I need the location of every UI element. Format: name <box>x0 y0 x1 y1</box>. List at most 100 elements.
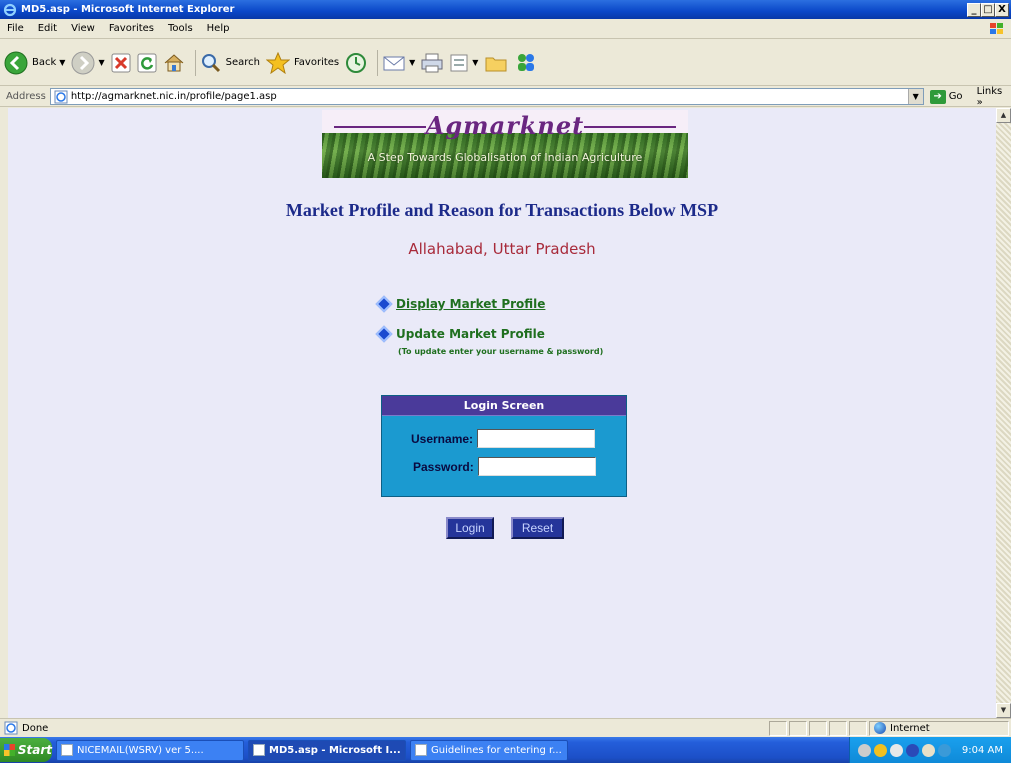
menu-tools[interactable]: Tools <box>161 23 200 34</box>
menu-edit[interactable]: Edit <box>31 23 64 34</box>
status-pane <box>789 720 807 736</box>
start-button[interactable]: Start <box>0 738 52 762</box>
taskbar-item-label: MD5.asp - Microsoft I... <box>269 744 401 756</box>
links-button[interactable]: Links » <box>977 86 1011 108</box>
vertical-scrollbar[interactable]: ▲ ▼ <box>996 108 1011 718</box>
go-button[interactable]: ➔ Go <box>929 89 963 104</box>
stop-icon <box>111 53 131 72</box>
diamond-bullet-icon <box>375 325 393 343</box>
menu-bar: File Edit View Favorites Tools Help <box>0 19 1011 39</box>
status-panes: Internet <box>769 720 1011 736</box>
back-arrow-icon <box>4 51 28 74</box>
scroll-down-icon[interactable]: ▼ <box>996 703 1011 718</box>
zone-label: Internet <box>890 722 930 734</box>
security-zone[interactable]: Internet <box>869 720 1009 736</box>
history-button[interactable] <box>345 48 367 78</box>
window-controls: _ □ X <box>967 2 1009 17</box>
maximize-button[interactable]: □ <box>981 2 995 17</box>
internet-globe-icon <box>874 722 886 734</box>
forward-dropdown-icon[interactable]: ▼ <box>98 58 104 67</box>
password-row: Password: <box>413 457 596 476</box>
ie-icon <box>61 744 73 756</box>
back-dropdown-icon[interactable]: ▼ <box>59 58 65 67</box>
mail-button[interactable]: ▼ <box>382 48 415 78</box>
edit-icon <box>450 54 468 71</box>
menu-file[interactable]: File <box>0 23 31 34</box>
edit-button[interactable]: ▼ <box>449 48 478 78</box>
viewport-edge <box>0 108 8 718</box>
back-button[interactable]: Back ▼ <box>4 48 65 78</box>
banner-logo: Agmarknet <box>425 111 585 140</box>
taskbar-item-nicemail[interactable]: NICEMAIL(WSRV) ver 5.... <box>56 739 244 761</box>
connection-icon[interactable] <box>937 743 951 757</box>
menu-favorites[interactable]: Favorites <box>102 23 161 34</box>
display-market-profile-label: Display Market Profile <box>396 297 546 311</box>
status-bar: Done Internet <box>0 718 1011 737</box>
minimize-button[interactable]: _ <box>967 2 981 17</box>
taskbar-item-label: Guidelines for entering r... <box>431 744 562 756</box>
info-icon[interactable] <box>921 743 935 757</box>
home-button[interactable] <box>163 48 185 78</box>
page-icon <box>54 90 68 103</box>
network-icon[interactable] <box>857 743 871 757</box>
display-market-profile-link[interactable]: Display Market Profile <box>375 295 546 313</box>
address-input[interactable]: http://agmarknet.nic.in/profile/page1.as… <box>49 88 924 105</box>
password-input[interactable] <box>477 457 596 476</box>
update-instructions: (To update enter your username & passwor… <box>398 347 604 356</box>
page-title: Market Profile and Reason for Transactio… <box>285 200 719 220</box>
mail-icon <box>383 56 405 70</box>
word-document-icon <box>415 744 427 756</box>
username-row: Username: <box>411 429 596 448</box>
taskbar-item-md5[interactable]: MD5.asp - Microsoft I... <box>248 739 406 761</box>
toolbar-separator <box>377 49 379 76</box>
print-icon <box>421 53 443 72</box>
antivirus-icon[interactable] <box>905 743 919 757</box>
ie-icon <box>253 744 265 756</box>
forward-arrow-icon <box>71 51 95 74</box>
address-url: http://agmarknet.nic.in/profile/page1.as… <box>70 91 277 102</box>
volume-icon[interactable] <box>889 743 903 757</box>
print-button[interactable] <box>421 48 443 78</box>
toolbar: Back ▼ ▼ Search Favorites ▼ ▼ <box>0 40 1011 86</box>
status-pane <box>829 720 847 736</box>
messenger-button[interactable] <box>514 48 538 78</box>
menu-help[interactable]: Help <box>200 23 237 34</box>
favorites-button[interactable]: Favorites <box>265 48 340 78</box>
login-button[interactable]: Login <box>446 517 494 539</box>
windows-flag-icon <box>4 744 15 756</box>
forward-button[interactable]: ▼ <box>71 48 105 78</box>
stop-button[interactable] <box>111 48 131 78</box>
folder-button[interactable] <box>484 48 508 78</box>
update-market-profile-link[interactable]: Update Market Profile <box>375 325 545 343</box>
username-label: Username: <box>411 431 474 446</box>
ie-icon <box>3 3 17 16</box>
mail-dropdown-icon[interactable]: ▼ <box>409 58 415 67</box>
search-icon <box>201 53 220 72</box>
security-shield-icon[interactable] <box>873 743 887 757</box>
address-bar: Address http://agmarknet.nic.in/profile/… <box>0 86 1011 108</box>
messenger-icon <box>518 53 535 71</box>
back-label: Back <box>32 57 57 68</box>
page-content: Agmarknet A Step Towards Globalisation o… <box>8 108 996 718</box>
taskbar-item-guidelines[interactable]: Guidelines for entering r... <box>410 739 568 761</box>
search-button[interactable]: Search <box>200 48 260 78</box>
update-market-profile-label: Update Market Profile <box>396 327 545 341</box>
address-dropdown-icon[interactable]: ▼ <box>907 89 923 104</box>
scroll-up-icon[interactable]: ▲ <box>996 108 1011 123</box>
refresh-button[interactable] <box>137 48 157 78</box>
menu-view[interactable]: View <box>64 23 102 34</box>
favorites-label: Favorites <box>293 57 340 68</box>
password-label: Password: <box>413 459 474 474</box>
go-label: Go <box>948 91 963 102</box>
location-subtitle: Allahabad, Uttar Pradesh <box>408 240 596 258</box>
username-input[interactable] <box>477 429 596 448</box>
taskbar-item-label: NICEMAIL(WSRV) ver 5.... <box>77 744 204 756</box>
status-pane <box>769 720 787 736</box>
status-pane <box>849 720 867 736</box>
reset-button[interactable]: Reset <box>511 517 564 539</box>
close-button[interactable]: X <box>995 2 1009 17</box>
status-pane <box>809 720 827 736</box>
edit-dropdown-icon[interactable]: ▼ <box>472 58 478 67</box>
agmarknet-banner: Agmarknet A Step Towards Globalisation o… <box>322 110 688 178</box>
system-tray: 9:04 AM <box>848 737 1011 763</box>
